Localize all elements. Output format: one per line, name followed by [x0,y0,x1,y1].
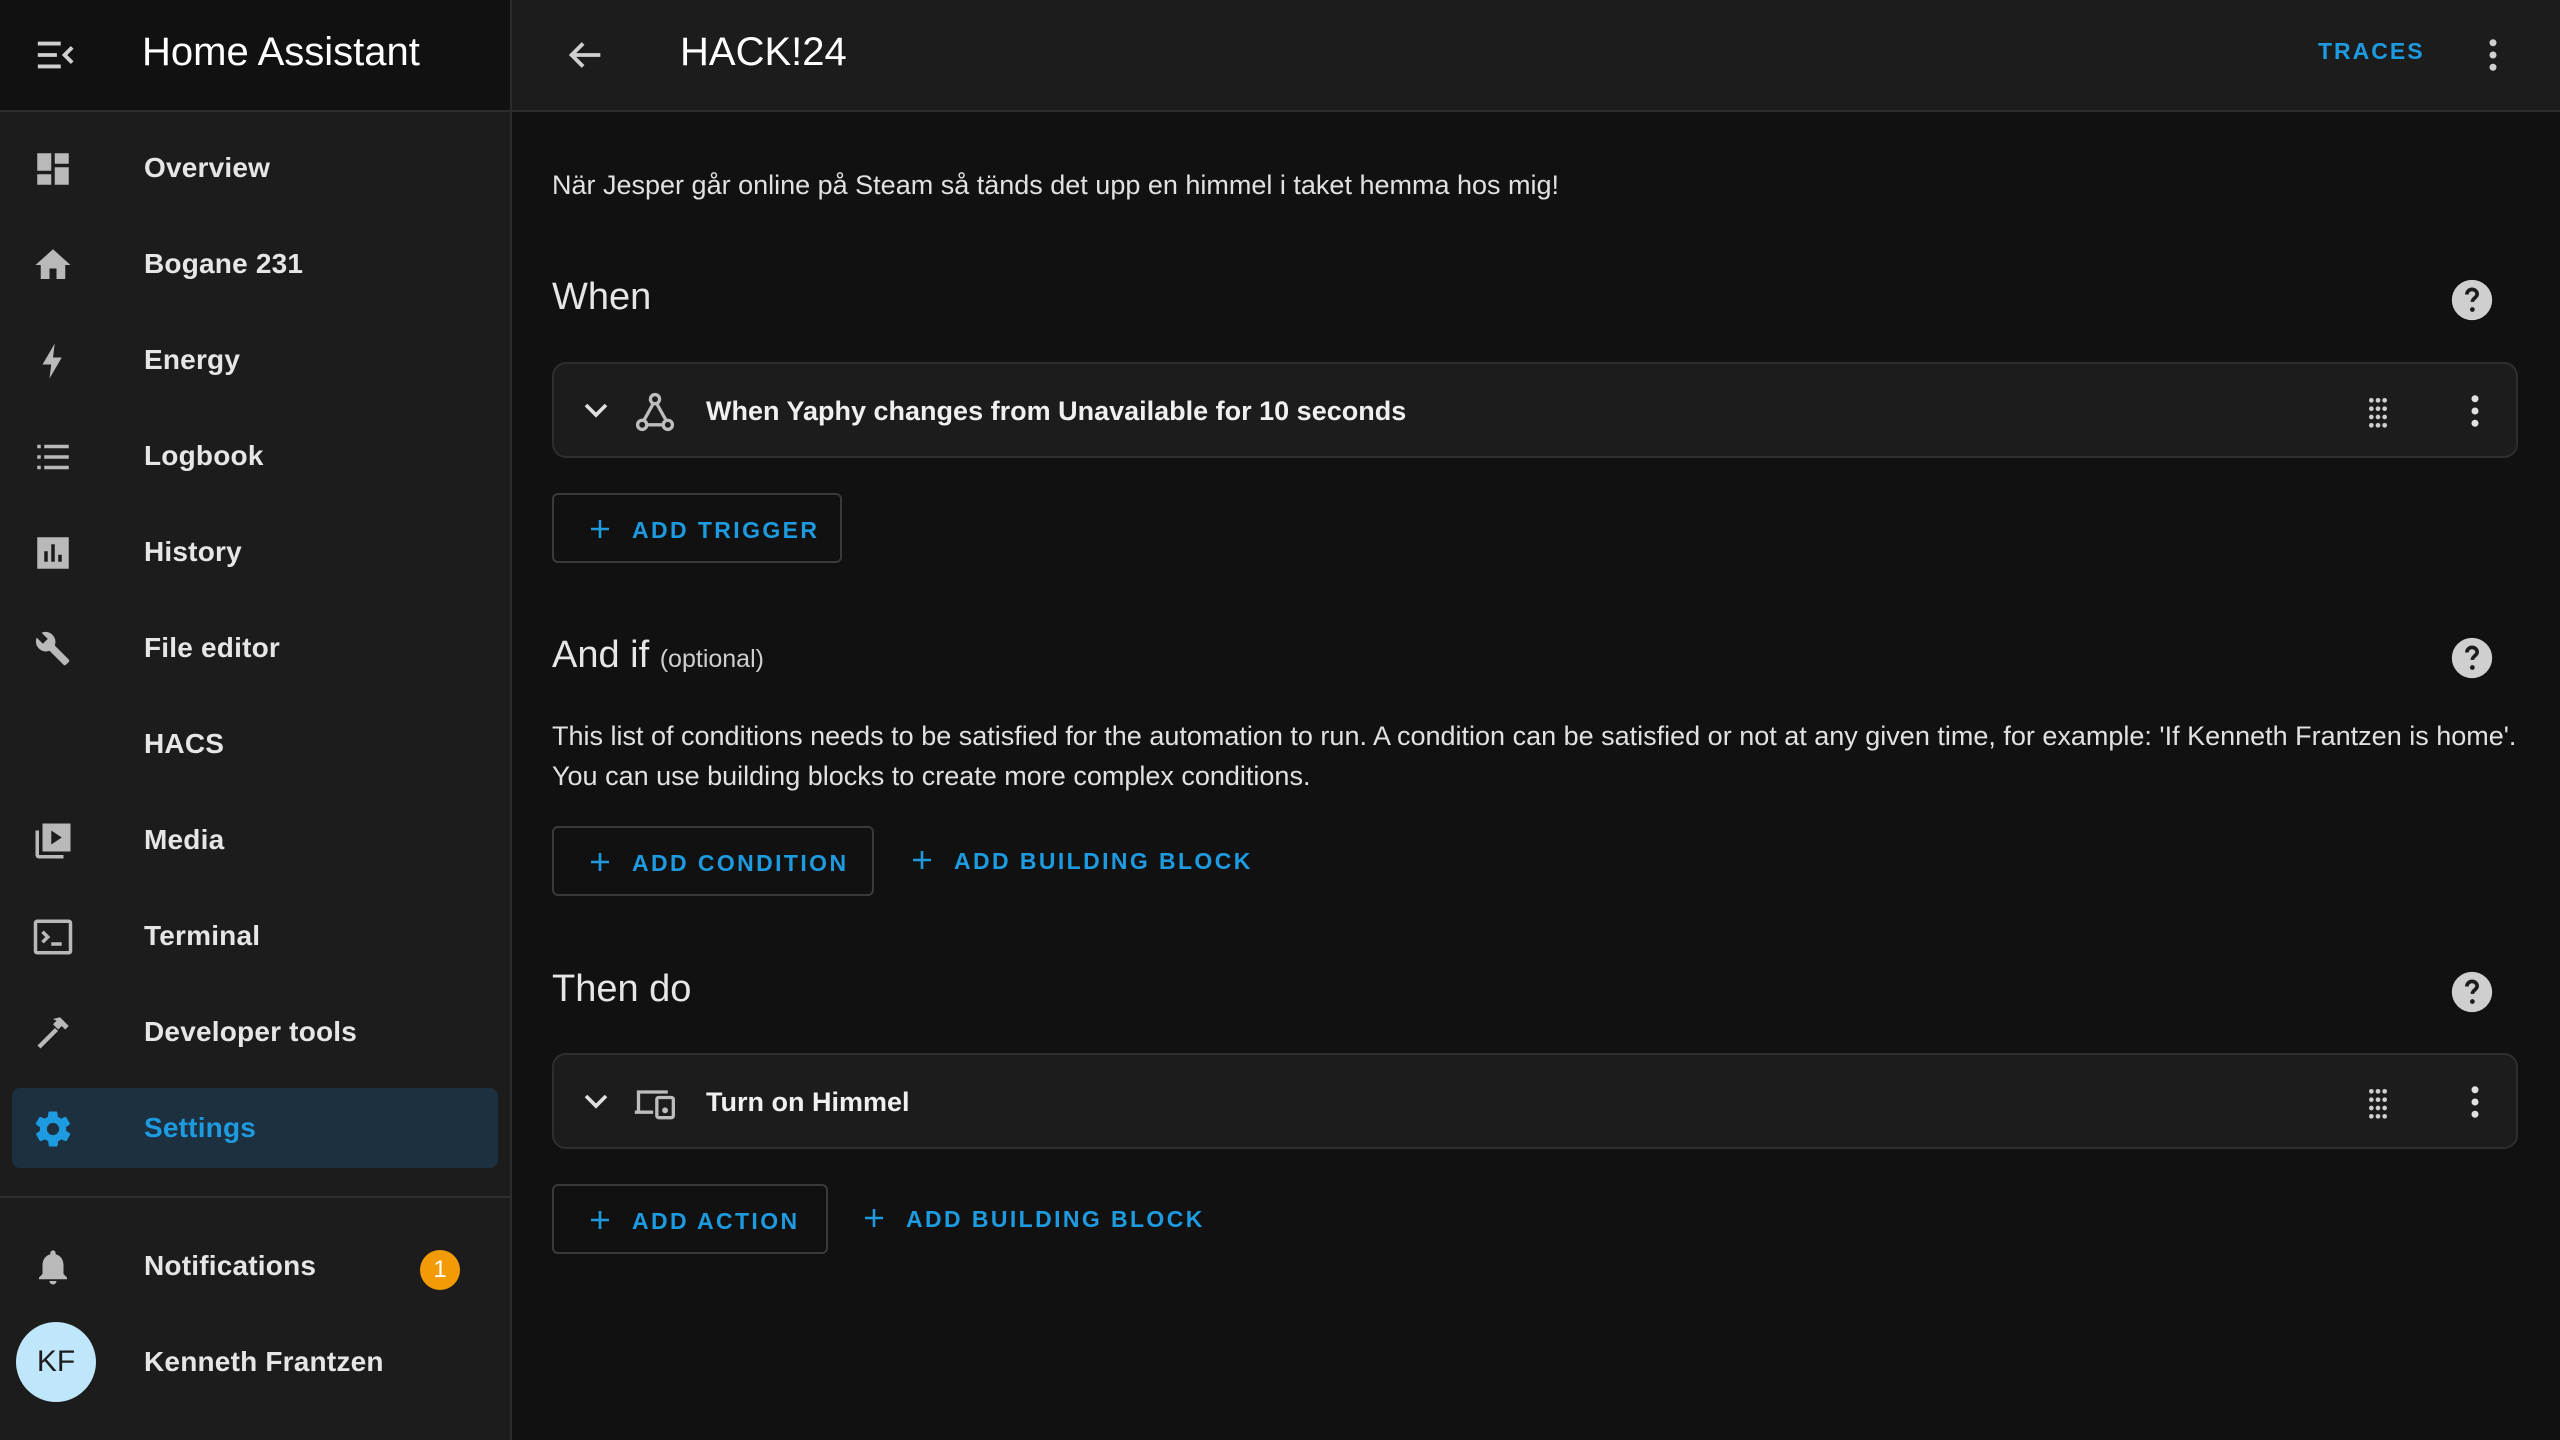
sidebar-item-media[interactable]: Media [12,800,498,880]
app-title: Home Assistant [142,30,420,74]
hammer-icon [32,1012,74,1054]
dashboard-icon [32,148,74,190]
more-vert-icon[interactable] [2454,1081,2496,1123]
section-title-text: And if [552,634,650,676]
sidebar-item-label: Media [144,824,225,855]
sidebar-item-hacs[interactable]: HACS [12,704,498,784]
gear-icon [32,1108,74,1150]
add-building-block-label: ADD BUILDING BLOCK [954,848,1253,874]
help-icon[interactable] [2450,970,2494,1014]
add-action-button[interactable]: ADD ACTION [552,1184,828,1254]
add-building-block-label: ADD BUILDING BLOCK [906,1206,1205,1232]
top-app-bar: HACK!24 TRACES [512,0,2560,112]
sidebar: Home Assistant Overview Bogane 231 Energ… [0,0,512,1440]
action-card[interactable]: Turn on Himmel [552,1053,2518,1149]
notification-count-badge: 1 [420,1250,460,1290]
user-name: Kenneth Frantzen [144,1346,384,1377]
media-play-icon [32,820,74,862]
add-trigger-label: ADD TRIGGER [632,517,820,543]
plus-icon [588,1208,612,1232]
sidebar-item-label: Bogane 231 [144,248,304,279]
chevron-down-icon[interactable] [576,1081,616,1121]
sidebar-item-energy[interactable]: Energy [12,320,498,400]
section-title-and-if: And if (optional) [552,634,764,677]
sidebar-item-label: Developer tools [144,1016,358,1047]
trigger-label: When Yaphy changes from Unavailable for … [706,396,1407,426]
back-arrow-icon[interactable] [562,32,608,78]
plus-icon [910,848,934,872]
add-building-block-button[interactable]: ADD BUILDING BLOCK [844,1184,1204,1254]
menu-collapse-icon[interactable] [32,34,78,76]
devices-icon [632,1081,678,1125]
traces-button[interactable]: TRACES [2318,38,2425,65]
trigger-card[interactable]: When Yaphy changes from Unavailable for … [552,362,2518,458]
optional-label: (optional) [659,645,764,673]
chevron-down-icon[interactable] [576,390,616,430]
help-icon[interactable] [2450,636,2494,680]
plus-icon [588,850,612,874]
sidebar-item-history[interactable]: History [12,512,498,592]
sidebar-item-label: Logbook [144,440,264,471]
sidebar-item-label: Notifications [144,1250,317,1281]
sidebar-item-home[interactable]: Bogane 231 [12,224,498,304]
home-icon [32,244,74,286]
sidebar-item-notifications[interactable]: Notifications 1 [12,1226,498,1306]
list-icon [32,436,74,478]
section-title-then-do: Then do [552,968,692,1010]
sidebar-item-profile[interactable]: Kenneth Frantzen [100,1322,498,1402]
state-trigger-icon [632,390,678,434]
wrench-icon [32,628,74,670]
sidebar-item-label: History [144,536,242,567]
sidebar-item-label: HACS [144,728,225,759]
sidebar-item-label: Settings [144,1112,257,1143]
chart-bar-icon [32,532,74,574]
add-building-block-button[interactable]: ADD BUILDING BLOCK [892,826,1252,896]
help-icon[interactable] [2450,278,2494,322]
console-icon [32,916,74,958]
sidebar-item-file-editor[interactable]: File editor [12,608,498,688]
add-condition-button[interactable]: ADD CONDITION [552,826,874,896]
sidebar-item-label: Energy [144,344,241,375]
add-trigger-button[interactable]: ADD TRIGGER [552,493,842,563]
page-title: HACK!24 [680,30,847,74]
add-condition-label: ADD CONDITION [632,850,849,876]
drag-handle-icon[interactable] [2358,392,2398,432]
drag-handle-icon[interactable] [2358,1083,2398,1123]
sidebar-header: Home Assistant [0,0,510,112]
sidebar-item-label: Terminal [144,920,261,951]
lightning-icon [32,340,74,382]
more-vert-icon[interactable] [2454,390,2496,432]
add-action-label: ADD ACTION [632,1208,800,1234]
conditions-description: This list of conditions needs to be sati… [552,721,2517,791]
sidebar-divider [0,1196,510,1198]
avatar[interactable]: KF [16,1322,96,1402]
sidebar-item-terminal[interactable]: Terminal [12,896,498,976]
section-title-when: When [552,276,652,318]
more-vert-icon[interactable] [2472,34,2514,76]
action-label: Turn on Himmel [706,1087,910,1117]
sidebar-item-label: Overview [144,152,271,183]
sidebar-item-settings[interactable]: Settings [12,1088,498,1168]
sidebar-item-developer-tools[interactable]: Developer tools [12,992,498,1072]
bell-icon [32,1246,74,1288]
sidebar-item-overview[interactable]: Overview [12,128,498,208]
sidebar-item-logbook[interactable]: Logbook [12,416,498,496]
plus-icon [588,517,612,541]
sidebar-item-label: File editor [144,632,280,663]
plus-icon [862,1206,886,1230]
automation-description: När Jesper går online på Steam så tänds … [552,170,1560,200]
